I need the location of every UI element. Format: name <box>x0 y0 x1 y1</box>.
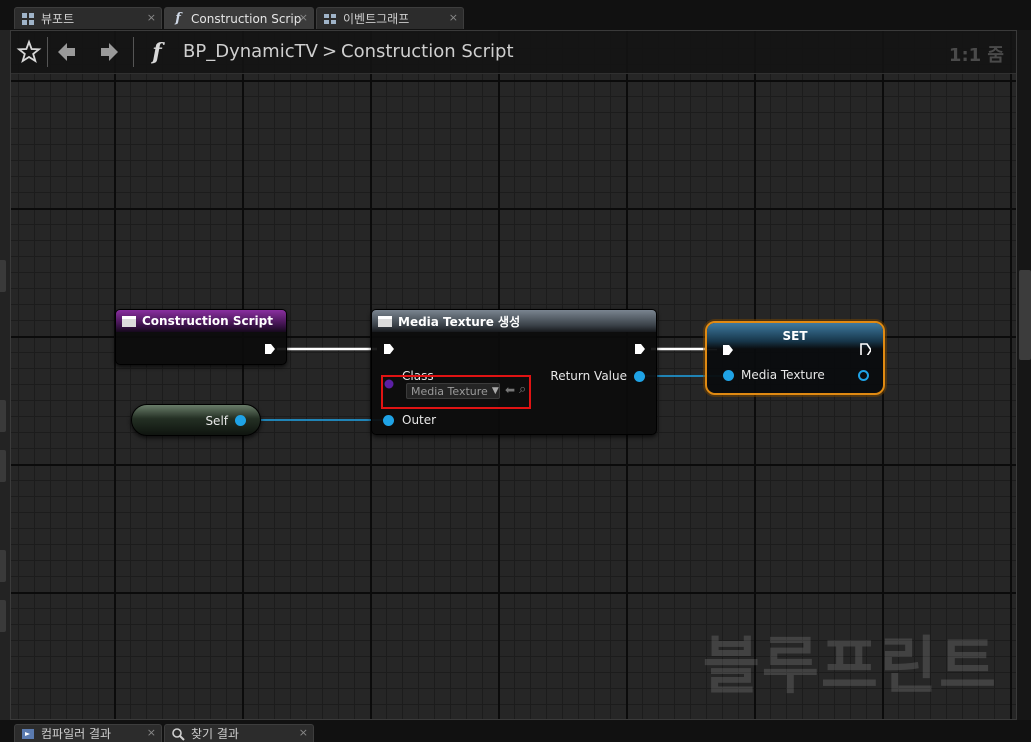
node-title: Construction Script <box>142 314 273 328</box>
left-dock-strip <box>0 30 10 720</box>
self-node[interactable]: Self <box>131 404 261 436</box>
construct-object-icon <box>378 315 392 327</box>
create-media-texture-node[interactable]: Media Texture 생성 Class Media Texture ▼ ⬅… <box>371 309 657 435</box>
graph-canvas[interactable]: f BP_DynamicTV > Construction Script 1:1… <box>10 30 1017 720</box>
outer-pin-label: Outer <box>402 413 437 427</box>
tab-find-results[interactable]: 찾기 결과 × <box>164 724 314 742</box>
tab-label: 이벤트그래프 <box>343 12 410 26</box>
dock-handle <box>0 550 6 582</box>
close-icon[interactable]: × <box>147 726 156 739</box>
tab-label: 뷰포트 <box>41 12 75 26</box>
return-value-label: Return Value <box>550 369 627 383</box>
function-icon: f <box>175 10 181 26</box>
function-entry-icon <box>122 315 136 327</box>
right-dock-strip <box>1017 30 1031 720</box>
document-tab-strip: 뷰포트 × f Construction Scrip × 이벤트그래프 × <box>0 0 1031 30</box>
close-icon[interactable]: × <box>449 11 458 24</box>
media-texture-pin-label: Media Texture <box>741 368 825 382</box>
bottom-tab-strip: 컴파일러 결과 × 찾기 결과 × <box>0 720 1031 742</box>
return-value-pin[interactable] <box>634 371 645 382</box>
find-results-icon <box>171 727 185 741</box>
tab-event-graph[interactable]: 이벤트그래프 × <box>316 7 464 29</box>
tab-label: 컴파일러 결과 <box>41 727 112 741</box>
media-texture-output-pin[interactable] <box>858 370 869 381</box>
event-graph-icon <box>323 12 337 26</box>
node-header: Construction Script <box>116 310 286 332</box>
outer-pin[interactable] <box>383 415 394 426</box>
tab-label: 찾기 결과 <box>191 727 239 741</box>
close-icon[interactable]: × <box>299 726 308 739</box>
exec-in-pin[interactable] <box>722 344 734 356</box>
graph-watermark: 블루프린트 <box>702 629 998 702</box>
close-icon[interactable]: × <box>299 11 308 24</box>
highlight-box <box>381 375 531 409</box>
self-label: Self <box>205 414 228 428</box>
self-output-pin[interactable] <box>235 415 246 426</box>
tab-label: Construction Scrip <box>191 11 302 26</box>
node-header: Media Texture 생성 <box>372 310 656 332</box>
viewport-grid-icon <box>21 12 35 26</box>
blueprint-editor: 뷰포트 × f Construction Scrip × 이벤트그래프 × f … <box>0 0 1031 742</box>
exec-in-pin[interactable] <box>383 343 395 355</box>
construction-script-node[interactable]: Construction Script <box>115 309 287 365</box>
dock-handle <box>0 600 6 632</box>
dock-handle <box>0 260 6 292</box>
exec-out-pin[interactable] <box>264 343 276 355</box>
dock-handle <box>0 450 6 482</box>
exec-out-pin[interactable] <box>634 343 646 355</box>
scrollbar[interactable] <box>1019 270 1031 360</box>
node-title: Media Texture 생성 <box>398 314 521 329</box>
compiler-results-icon <box>21 727 35 741</box>
set-media-texture-node[interactable]: SET Media Texture <box>705 321 885 395</box>
close-icon[interactable]: × <box>147 11 156 24</box>
tab-viewport[interactable]: 뷰포트 × <box>14 7 162 29</box>
dock-handle <box>0 400 6 432</box>
media-texture-input-pin[interactable] <box>723 370 734 381</box>
exec-out-pin[interactable] <box>859 343 871 355</box>
tab-compiler-results[interactable]: 컴파일러 결과 × <box>14 724 162 742</box>
tab-construction-script[interactable]: f Construction Scrip × <box>164 7 314 29</box>
